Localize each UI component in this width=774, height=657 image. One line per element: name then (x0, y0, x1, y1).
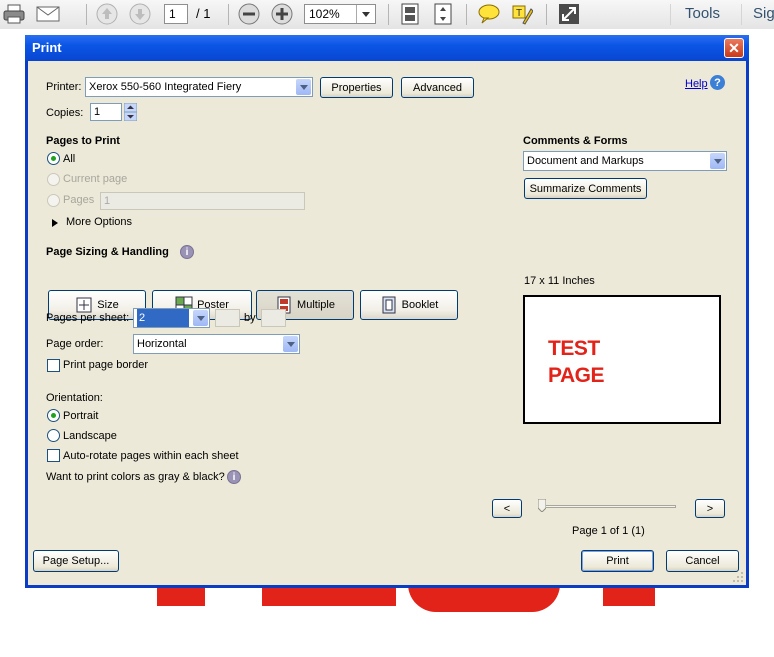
email-icon[interactable] (36, 3, 60, 25)
application-toolbar: 1 / 1 102% T Tools Sig (0, 0, 774, 30)
booklet-button-label: Booklet (401, 299, 439, 311)
chevron-down-icon[interactable] (193, 310, 208, 326)
previous-page-icon[interactable] (95, 3, 119, 25)
zoom-out-icon[interactable] (237, 3, 261, 25)
close-button[interactable]: ✕ (724, 38, 744, 58)
pages-range-input[interactable]: 1 (100, 192, 305, 210)
page-number-input[interactable]: 1 (164, 4, 188, 24)
portrait-radio[interactable] (47, 409, 60, 422)
comments-forms-heading: Comments & Forms (523, 135, 628, 147)
document-red-text (408, 584, 560, 612)
help-link[interactable]: Help (685, 78, 708, 90)
print-icon[interactable] (2, 3, 26, 25)
next-page-icon[interactable] (128, 3, 152, 25)
resize-grip-icon[interactable] (733, 572, 743, 582)
pages-per-sheet-value: 2 (137, 309, 189, 327)
preview-text-line1: TEST (548, 337, 600, 360)
dialog-title: Print (32, 40, 62, 55)
pages-per-sheet-label: Pages per sheet: (46, 312, 130, 324)
page-order-value: Horizontal (137, 338, 187, 350)
copies-input[interactable]: 1 (90, 103, 122, 121)
info-icon[interactable]: i (227, 470, 241, 484)
print-page-border-label: Print page border (63, 359, 148, 371)
page-order-select[interactable]: Horizontal (133, 334, 300, 354)
printer-select[interactable]: Xerox 550-560 Integrated Fiery (85, 77, 313, 97)
copies-stepper[interactable] (123, 102, 138, 122)
close-icon: ✕ (728, 39, 740, 56)
columns-input[interactable] (215, 309, 240, 327)
all-pages-radio[interactable] (47, 152, 60, 165)
printer-label: Printer: (46, 81, 82, 93)
booklet-button[interactable]: Booklet (360, 290, 458, 320)
booklet-icon (382, 296, 396, 314)
printer-select-value: Xerox 550-560 Integrated Fiery (89, 81, 242, 93)
preview-slider-track[interactable] (540, 505, 676, 508)
help-icon[interactable]: ? (710, 75, 725, 90)
preview-size-label: 17 x 11 Inches (524, 275, 595, 287)
triangle-right-icon[interactable] (52, 218, 58, 230)
fit-page-icon[interactable] (398, 3, 422, 25)
page-order-label: Page order: (46, 338, 104, 350)
pages-range-radio[interactable] (47, 194, 60, 207)
landscape-label: Landscape (63, 430, 117, 442)
multiple-button-label: Multiple (297, 299, 335, 311)
size-button-label: Size (97, 299, 119, 311)
comment-icon[interactable] (477, 3, 501, 25)
preview-page-info: Page 1 of 1 (1) (572, 525, 645, 537)
preview-slider-handle[interactable] (537, 498, 547, 513)
comments-forms-select[interactable]: Document and Markups (523, 151, 727, 171)
tools-pane-tab[interactable]: Tools (685, 5, 720, 22)
pages-range-label: Pages (63, 194, 95, 206)
previous-preview-button[interactable]: < (492, 499, 522, 518)
info-icon[interactable]: i (180, 245, 194, 259)
chevron-down-icon[interactable] (283, 336, 298, 352)
autorotate-checkbox[interactable] (47, 449, 60, 462)
autorotate-label: Auto-rotate pages within each sheet (63, 450, 239, 462)
print-page-border-checkbox[interactable] (47, 359, 60, 372)
next-preview-button[interactable]: > (695, 499, 725, 518)
chevron-down-icon[interactable] (296, 79, 311, 95)
current-page-radio[interactable] (47, 173, 60, 186)
copies-label: Copies: (46, 107, 84, 119)
current-page-label: Current page (63, 173, 128, 185)
print-dialog: Print ✕ Help ? Printer: Xerox 550-560 In… (25, 35, 749, 588)
properties-button[interactable]: Properties (320, 77, 393, 98)
dialog-title-bar[interactable]: Print ✕ (25, 35, 749, 61)
landscape-radio[interactable] (47, 429, 60, 442)
all-pages-label: All (63, 153, 76, 165)
rows-input[interactable] (261, 309, 286, 327)
summarize-comments-button[interactable]: Summarize Comments (524, 178, 647, 199)
dialog-body: Help ? Printer: Xerox 550-560 Integrated… (28, 61, 746, 585)
more-options-toggle[interactable]: More Options (66, 216, 132, 228)
svg-text:T: T (516, 8, 522, 19)
page-sizing-heading: Page Sizing & Handling (46, 246, 169, 258)
pages-per-sheet-select[interactable]: 2 (133, 308, 210, 328)
cancel-button[interactable]: Cancel (666, 550, 739, 572)
zoom-in-icon[interactable] (270, 3, 294, 25)
portrait-label: Portrait (63, 410, 99, 422)
full-screen-icon[interactable] (557, 3, 581, 25)
print-preview: TEST PAGE (523, 295, 721, 424)
zoom-level-value: 102% (309, 7, 340, 21)
page-total-label: / 1 (196, 6, 211, 21)
zoom-level-select[interactable]: 102% (304, 4, 376, 24)
chevron-down-icon[interactable] (710, 153, 725, 169)
orientation-heading: Orientation: (46, 392, 103, 404)
fit-width-icon[interactable] (431, 3, 455, 25)
page-setup-button[interactable]: Page Setup... (33, 550, 119, 572)
comments-forms-value: Document and Markups (527, 155, 644, 167)
gray-black-question: Want to print colors as gray & black? (46, 471, 225, 483)
print-button[interactable]: Print (581, 550, 654, 572)
pages-to-print-heading: Pages to Print (46, 135, 120, 147)
sign-pane-tab[interactable]: Sig (753, 5, 774, 22)
by-label: by (244, 312, 256, 324)
preview-test-page-text: TEST PAGE (548, 335, 604, 389)
advanced-button[interactable]: Advanced (401, 77, 474, 98)
highlight-icon[interactable]: T (510, 3, 534, 25)
chevron-down-icon[interactable] (356, 5, 375, 23)
preview-text-line2: PAGE (548, 364, 604, 387)
